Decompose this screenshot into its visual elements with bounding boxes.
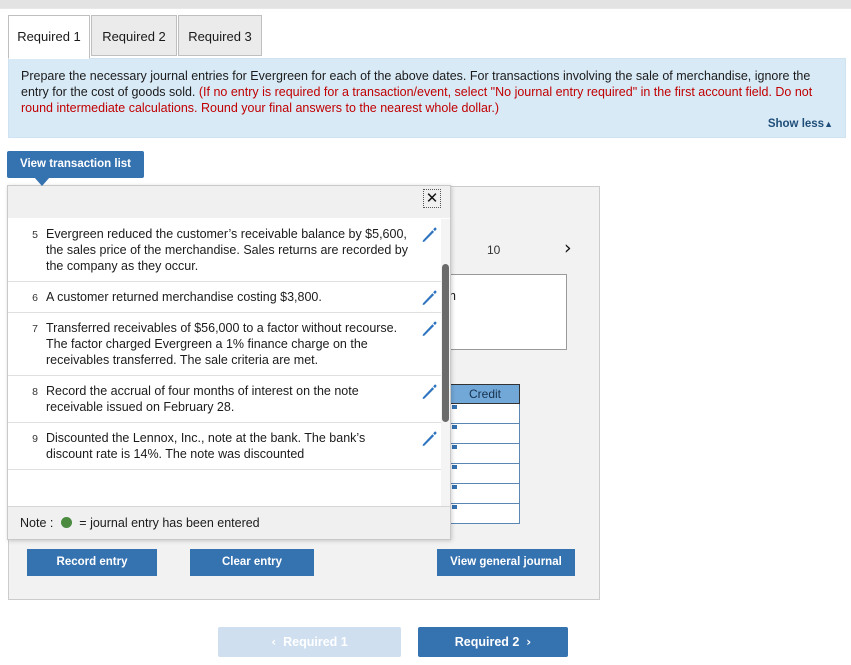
edit-pencil-icon[interactable]: [420, 226, 438, 244]
credit-input-1[interactable]: [450, 424, 520, 444]
transaction-text: Transferred receivables of $56,000 to a …: [46, 321, 398, 367]
cell-marker-icon: [452, 425, 457, 429]
top-chrome-strip: [0, 0, 851, 9]
edit-pencil-icon[interactable]: [420, 320, 438, 338]
cell-marker-icon: [452, 505, 457, 509]
journal-page-number: 10: [487, 243, 501, 257]
note-prefix-label: Note :: [20, 516, 57, 530]
credit-column: Credit: [450, 384, 520, 524]
transaction-text: Record the accrual of four months of int…: [46, 384, 359, 414]
show-less-label: Show less: [767, 118, 825, 130]
chevron-right-icon: ›: [526, 635, 532, 649]
edit-pencil-icon[interactable]: [420, 430, 438, 448]
list-item[interactable]: 8 Record the accrual of four months of i…: [8, 376, 450, 423]
legend-note: Note : = journal entry has been entered: [8, 506, 450, 539]
transaction-text: Discounted the Lennox, Inc., note at the…: [46, 431, 366, 461]
scrollbar-thumb[interactable]: [442, 264, 449, 422]
note-suffix-label: = journal entry has been entered: [75, 516, 260, 530]
show-less-toggle[interactable]: Show less▲: [768, 118, 833, 130]
view-general-journal-button[interactable]: View general journal: [437, 549, 575, 576]
next-required-label: Required 2: [454, 635, 520, 649]
instruction-text: Prepare the necessary journal entries fo…: [21, 68, 833, 116]
cell-marker-icon: [452, 405, 457, 409]
credit-input-5[interactable]: [450, 504, 520, 524]
tab-required-1[interactable]: Required 1: [8, 15, 90, 59]
cell-marker-icon: [452, 485, 457, 489]
popup-header: ✕: [8, 186, 450, 219]
chevron-right-icon[interactable]: ›: [564, 237, 572, 259]
caret-up-icon: ▲: [824, 119, 833, 129]
clear-entry-button[interactable]: Clear entry: [190, 549, 314, 576]
transaction-number: 5: [32, 229, 38, 241]
transaction-number: 8: [32, 386, 38, 398]
edit-pencil-icon[interactable]: [420, 383, 438, 401]
credit-input-0[interactable]: [450, 404, 520, 424]
tab-required-2[interactable]: Required 2: [91, 15, 177, 56]
list-item[interactable]: 7 Transferred receivables of $56,000 to …: [8, 313, 450, 376]
transaction-text: A customer returned merchandise costing …: [46, 290, 322, 304]
tab-bar: Required 1 Required 2 Required 3: [0, 15, 851, 59]
credit-input-2[interactable]: [450, 444, 520, 464]
transaction-list-scrollbar[interactable]: [441, 219, 450, 507]
transaction-number: 9: [32, 433, 38, 445]
transaction-number: 7: [32, 323, 38, 335]
transaction-text: Evergreen reduced the customer’s receiva…: [46, 227, 408, 273]
journal-pager: 10 ›: [440, 237, 600, 264]
instruction-banner: Prepare the necessary journal entries fo…: [8, 58, 846, 138]
popup-pointer-arrow: [34, 177, 50, 186]
tab-required-3[interactable]: Required 3: [178, 15, 262, 56]
chevron-left-icon: ‹: [271, 635, 277, 649]
footer-navigation: ‹ Required 1 Required 2 ›: [0, 627, 851, 659]
next-required-button[interactable]: Required 2 ›: [418, 627, 568, 657]
prev-required-label: Required 1: [283, 635, 348, 649]
transaction-number: 6: [32, 292, 38, 304]
cell-marker-icon: [452, 445, 457, 449]
record-entry-button[interactable]: Record entry: [27, 549, 157, 576]
prev-required-button[interactable]: ‹ Required 1: [218, 627, 401, 657]
view-transaction-list-button[interactable]: View transaction list: [7, 151, 144, 178]
transaction-list: 5 Evergreen reduced the customer’s recei…: [8, 219, 450, 507]
list-item[interactable]: 5 Evergreen reduced the customer’s recei…: [8, 219, 450, 282]
edit-pencil-icon[interactable]: [420, 289, 438, 307]
transaction-list-popup: ✕ 5 Evergreen reduced the customer’s rec…: [7, 185, 451, 540]
close-icon[interactable]: ✕: [423, 189, 441, 208]
credit-input-4[interactable]: [450, 484, 520, 504]
credit-input-3[interactable]: [450, 464, 520, 484]
green-dot-icon: [60, 517, 72, 528]
list-item[interactable]: 9 Discounted the Lennox, Inc., note at t…: [8, 423, 450, 470]
cell-marker-icon: [452, 465, 457, 469]
list-item[interactable]: 6 A customer returned merchandise costin…: [8, 282, 450, 313]
credit-column-header: Credit: [450, 384, 520, 404]
